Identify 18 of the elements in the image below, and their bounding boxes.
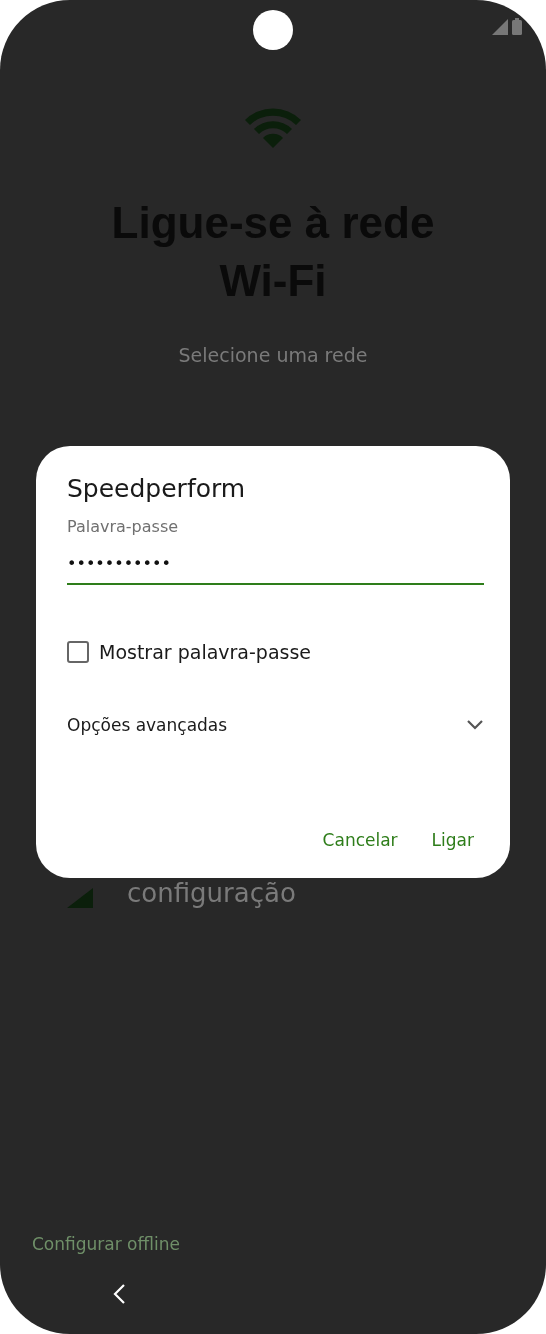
battery-icon <box>512 18 522 35</box>
checkbox[interactable] <box>67 641 89 663</box>
back-button[interactable] <box>112 1283 126 1305</box>
back-icon <box>112 1283 126 1305</box>
dialog-title: Speedperform <box>67 474 247 503</box>
checkbox-label: Mostrar palavra-passe <box>99 641 312 663</box>
signal-icon <box>492 19 508 35</box>
network-icon <box>67 888 93 908</box>
field-label: Palavra-passe <box>67 517 180 536</box>
network-name[interactable]: configuração <box>127 878 296 908</box>
wifi-icon <box>243 106 303 148</box>
dialog-button[interactable]: Cancelar <box>312 822 408 858</box>
camera-cutout <box>253 10 293 50</box>
chevron-icon <box>466 719 484 731</box>
advanced-options[interactable]: Opções avançadas <box>67 715 484 735</box>
offline-link[interactable]: Configurar offline <box>32 1234 180 1254</box>
page-subtitle: Selecione uma rede <box>178 344 368 366</box>
dialog-button[interactable]: Ligar <box>421 822 484 858</box>
